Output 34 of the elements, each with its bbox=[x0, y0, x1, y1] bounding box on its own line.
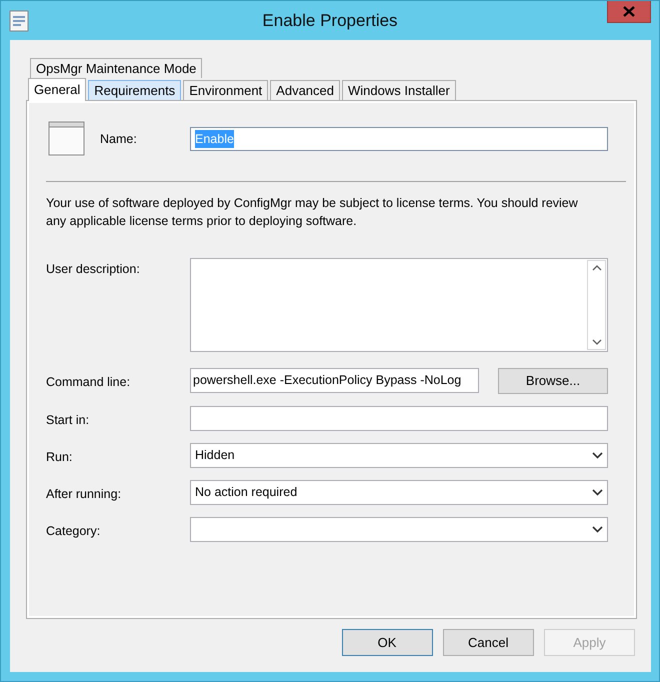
field-label: User description: bbox=[46, 261, 141, 278]
chevron-down-icon bbox=[592, 452, 603, 459]
chevron-down-icon bbox=[592, 526, 603, 533]
description-field[interactable] bbox=[190, 258, 608, 352]
field-label: Category: bbox=[46, 523, 102, 540]
dropdown[interactable]: Hidden bbox=[190, 443, 608, 468]
field-label: After running: bbox=[46, 486, 122, 503]
close-icon bbox=[623, 6, 635, 17]
tab[interactable]: Requirements bbox=[88, 80, 182, 100]
browse-button[interactable]: Browse... bbox=[498, 368, 608, 394]
tab[interactable]: Advanced bbox=[270, 80, 340, 100]
close-button[interactable] bbox=[607, 1, 651, 23]
tab[interactable]: General bbox=[28, 78, 86, 101]
tab[interactable]: Environment bbox=[183, 80, 268, 100]
field-label: Start in: bbox=[46, 412, 90, 429]
application-icon bbox=[48, 121, 86, 157]
name-label: Name: bbox=[100, 130, 138, 148]
window-icon bbox=[9, 10, 29, 32]
dropdown[interactable] bbox=[190, 517, 608, 542]
window-title: Enable Properties bbox=[261, 10, 399, 32]
dialog-button[interactable]: Cancel bbox=[442, 629, 534, 656]
chevron-down-icon bbox=[592, 489, 603, 496]
tab[interactable]: OpsMgr Maintenance Mode bbox=[30, 58, 202, 78]
tab[interactable]: Windows Installer bbox=[342, 80, 456, 100]
field-label: Run: bbox=[46, 449, 74, 466]
license-notice: Your use of software deployed by ConfigMgr may be subject to license terms. You should review any applicable license terms prior to deploying software. bbox=[46, 195, 579, 230]
scroll-down-icon[interactable] bbox=[592, 339, 602, 345]
dialog-button[interactable]: OK bbox=[342, 629, 432, 656]
text-field[interactable]: powershell.exe -ExecutionPolicy Bypass -NoLog bbox=[190, 368, 479, 393]
dropdown[interactable]: No action required bbox=[190, 480, 608, 505]
field-label: Command line: bbox=[46, 374, 132, 391]
scroll-up-icon[interactable] bbox=[592, 265, 602, 271]
text-field[interactable] bbox=[190, 406, 608, 431]
scrollbar[interactable] bbox=[587, 260, 606, 350]
